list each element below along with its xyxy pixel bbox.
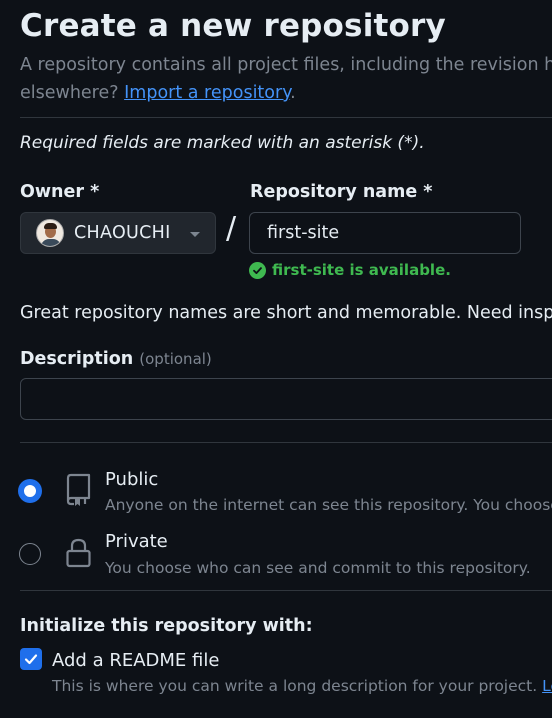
repository-name-tip: Great repository names are short and mem… <box>20 303 552 323</box>
caret-down-icon <box>190 232 200 237</box>
public-description: Anyone on the internet can see this repo… <box>105 496 552 514</box>
owner-select-button[interactable]: CHAOUCHI <box>20 212 216 254</box>
name-availability-status: first-site is available. <box>249 261 451 279</box>
divider <box>20 117 552 118</box>
owner-repo-separator: / <box>226 211 237 246</box>
import-repository-link[interactable]: Import a repository <box>124 83 290 103</box>
page-subtitle-line2: elsewhere? Import a repository. <box>20 83 296 103</box>
private-radio[interactable] <box>19 543 41 565</box>
optional-tag: (optional) <box>139 350 212 368</box>
repository-name-input[interactable] <box>249 212 521 254</box>
repository-name-label: Repository name * <box>250 182 433 202</box>
page-title: Create a new repository <box>20 8 446 44</box>
owner-name: CHAOUCHI <box>74 223 171 243</box>
divider <box>20 442 552 443</box>
repo-icon <box>66 473 91 506</box>
divider <box>20 590 552 591</box>
private-description: You choose who can see and commit to thi… <box>105 559 531 577</box>
readme-description-text: This is where you can write a long descr… <box>52 677 543 695</box>
availability-text: first-site is available. <box>272 261 451 279</box>
public-radio[interactable] <box>19 480 41 502</box>
description-label-text: Description <box>20 349 134 369</box>
avatar <box>36 219 64 247</box>
required-fields-note: Required fields are marked with an aster… <box>20 133 425 153</box>
page-subtitle: A repository contains all project files,… <box>20 55 552 75</box>
lock-icon <box>66 538 91 568</box>
initialize-heading: Initialize this repository with: <box>20 616 313 636</box>
create-repository-page: Create a new repository A repository con… <box>0 0 552 718</box>
add-readme-checkbox[interactable] <box>20 648 42 670</box>
checkmark-icon <box>24 654 38 665</box>
description-label: Description (optional) <box>20 349 212 369</box>
check-circle-icon <box>249 261 266 279</box>
description-input[interactable] <box>20 378 552 420</box>
private-title: Private <box>105 531 168 552</box>
subtitle-prefix: elsewhere? <box>20 83 125 103</box>
public-title: Public <box>105 469 159 490</box>
add-readme-label[interactable]: Add a README file <box>52 650 219 671</box>
readme-description: This is where you can write a long descr… <box>52 677 552 695</box>
learn-more-link[interactable]: Lear <box>542 677 552 695</box>
subtitle-suffix: . <box>290 83 296 103</box>
owner-label: Owner * <box>20 182 100 202</box>
